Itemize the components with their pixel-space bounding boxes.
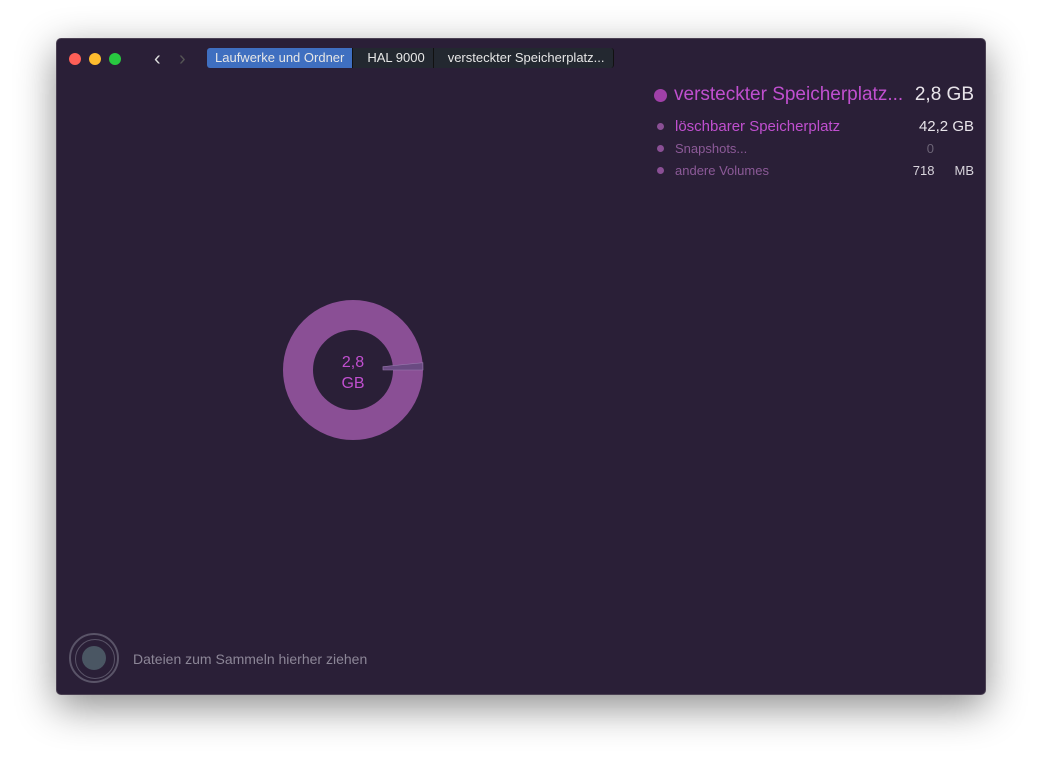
app-window: ‹ › Laufwerke und Ordner HAL 9000 verste… bbox=[56, 38, 986, 695]
legend-unit: MB bbox=[954, 162, 975, 178]
legend-value: 42,2 GB bbox=[918, 117, 974, 135]
legend-item[interactable]: andere Volumes 718 MB bbox=[654, 159, 974, 181]
dropzone-text: Dateien zum Sammeln hierher ziehen bbox=[133, 651, 368, 667]
center-unit: GB bbox=[341, 375, 364, 392]
close-button[interactable] bbox=[69, 53, 81, 65]
legend-item[interactable]: löschbarer Speicherplatz 42,2 GB bbox=[654, 115, 974, 137]
legend-dot bbox=[657, 144, 664, 152]
dropzone-icon[interactable] bbox=[69, 633, 119, 683]
breadcrumb-item[interactable]: HAL 9000 bbox=[353, 48, 434, 68]
breadcrumb-item[interactable]: Laufwerke und Ordner bbox=[207, 48, 354, 68]
center-value: 2,8 bbox=[342, 354, 364, 371]
legend-value: 2,8 GB bbox=[914, 84, 974, 105]
legend-dot bbox=[654, 88, 667, 102]
minimize-button[interactable] bbox=[89, 53, 101, 65]
donut-chart[interactable]: 2,8 GB bbox=[282, 299, 424, 441]
legend-dot bbox=[657, 166, 664, 174]
back-icon[interactable]: ‹ bbox=[154, 48, 161, 71]
legend-main[interactable]: versteckter Speicherplatz... 2,8 GB bbox=[654, 83, 974, 107]
legend-item[interactable]: Snapshots... 0 bbox=[654, 137, 974, 159]
legend-value: 0 bbox=[926, 140, 934, 156]
zoom-button[interactable] bbox=[109, 53, 121, 65]
breadcrumb-item[interactable]: versteckter Speicherplatz... bbox=[433, 48, 614, 68]
legend-label: löschbarer Speicherplatz bbox=[675, 117, 841, 135]
legend-value: 718 bbox=[912, 162, 935, 178]
forward-icon[interactable]: › bbox=[179, 48, 186, 71]
legend-dot bbox=[657, 122, 664, 130]
legend-label: andere Volumes bbox=[675, 162, 769, 178]
legend-label: Snapshots... bbox=[675, 140, 748, 156]
legend-label: versteckter Speicherplatz... bbox=[674, 84, 904, 105]
breadcrumb: Laufwerke und Ordner HAL 9000 versteckte… bbox=[207, 48, 614, 68]
legend: versteckter Speicherplatz... 2,8 GB lösc… bbox=[654, 83, 974, 181]
